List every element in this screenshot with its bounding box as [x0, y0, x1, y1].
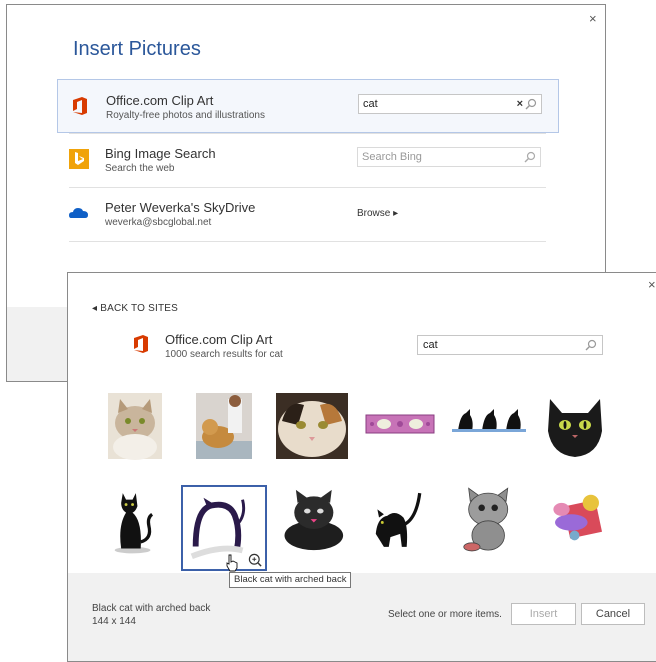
search-placeholder: Search Bing: [362, 151, 422, 163]
cancel-button[interactable]: Cancel: [581, 603, 645, 625]
result-cat-silhouettes-row[interactable]: [444, 391, 530, 461]
dialog-footer: Black cat with arched back 144 x 144 Sel…: [68, 573, 656, 661]
result-black-cat-hissing[interactable]: [358, 485, 444, 555]
search-value: cat: [423, 339, 438, 351]
office-logo-icon: [73, 97, 87, 115]
skydrive-cloud-icon: [69, 208, 88, 218]
browse-link[interactable]: Browse ▸: [357, 208, 398, 219]
source-name: Peter Weverka's SkyDrive: [105, 200, 256, 215]
clipart-search-input[interactable]: cat: [417, 335, 603, 355]
result-cat-photo-calico-closeup[interactable]: [268, 391, 354, 461]
source-row-skydrive[interactable]: Peter Weverka's SkyDrive weverka@sbcglob…: [57, 187, 559, 241]
clear-search-button[interactable]: ×: [517, 95, 523, 113]
search-value: cat: [363, 98, 378, 110]
result-cat-photo-tabby-kitten[interactable]: [92, 391, 178, 461]
source-account: weverka@sbcglobal.net: [105, 217, 212, 228]
result-cat-photo-vet-exam[interactable]: [180, 391, 266, 461]
office-logo-icon: [134, 335, 148, 353]
result-cat-with-yarn-mouse[interactable]: [534, 485, 620, 555]
bing-logo-icon: [69, 149, 89, 169]
result-black-cat-arched-back[interactable]: [181, 485, 267, 571]
selected-item-name: Black cat with arched back: [92, 603, 211, 614]
result-cat-paw-print-border[interactable]: [356, 391, 442, 461]
close-button[interactable]: ×: [648, 277, 656, 292]
source-row-office-clipart[interactable]: Office.com Clip Art Royalty-free photos …: [57, 79, 559, 133]
dialog-title: Insert Pictures: [73, 38, 201, 60]
back-to-sites-link[interactable]: ◂ BACK TO SITES: [92, 303, 178, 314]
source-description: Royalty-free photos and illustrations: [106, 110, 265, 121]
source-name: Office.com Clip Art: [106, 93, 214, 108]
source-name: Bing Image Search: [105, 146, 216, 161]
search-icon[interactable]: [524, 151, 536, 163]
source-name: Office.com Clip Art: [165, 332, 273, 347]
close-button[interactable]: ×: [589, 11, 597, 26]
selected-item-size: 144 x 144: [92, 616, 136, 627]
clipart-results-dialog: × ◂ BACK TO SITES Office.com Clip Art 10…: [67, 272, 656, 662]
source-description: Search the web: [105, 163, 175, 174]
search-icon[interactable]: [525, 98, 537, 110]
insert-button[interactable]: Insert: [511, 603, 576, 625]
search-icon[interactable]: [585, 339, 597, 351]
result-count: 1000 search results for cat: [165, 349, 283, 360]
hand-cursor-icon: [226, 554, 238, 572]
clipart-search-input[interactable]: cat ×: [358, 94, 542, 114]
result-black-cat-face[interactable]: [532, 391, 618, 461]
bing-search-input[interactable]: Search Bing: [357, 147, 541, 167]
result-cartoon-black-cat-lying[interactable]: [270, 485, 356, 555]
divider: [69, 241, 546, 242]
result-cartoon-gray-cat-bowl[interactable]: [446, 485, 532, 555]
thumbnail-tooltip: Black cat with arched back: [229, 572, 352, 588]
source-row-bing[interactable]: Bing Image Search Search the web Search …: [57, 133, 559, 187]
result-black-cat-sitting[interactable]: [92, 485, 178, 555]
selection-hint: Select one or more items.: [388, 609, 502, 620]
